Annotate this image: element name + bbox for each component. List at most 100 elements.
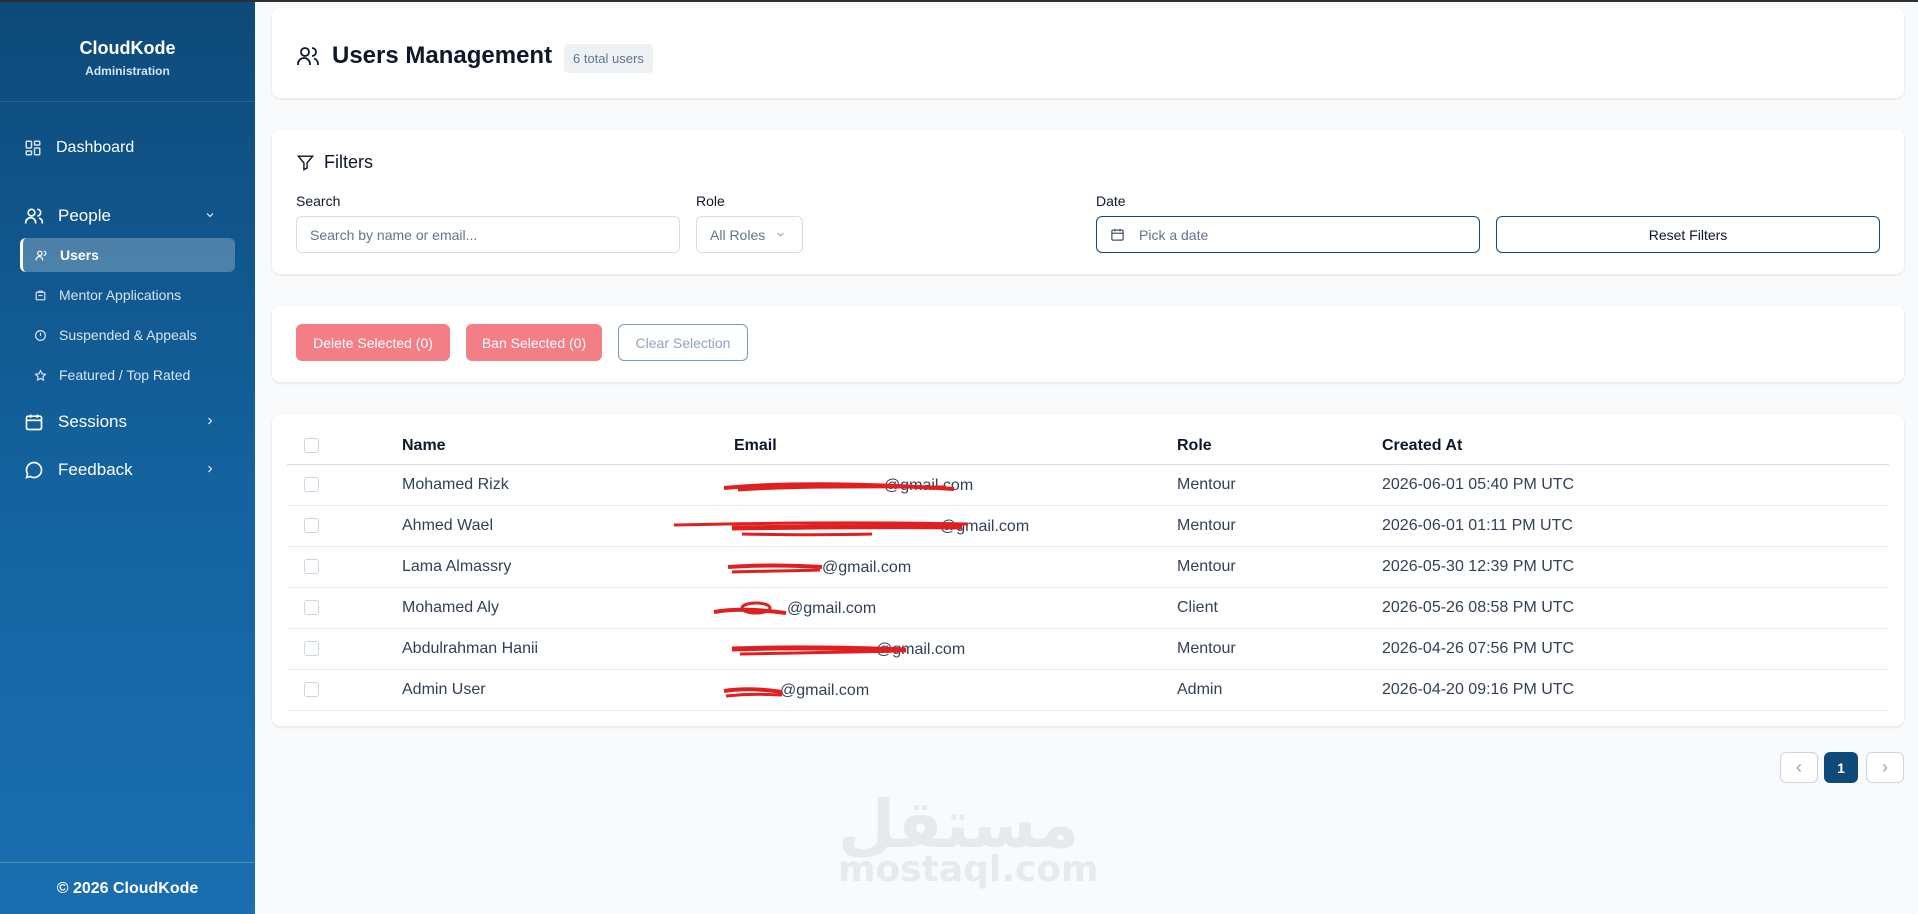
table-row[interactable]: Abdulrahman Hanii @gmail.com Mentour 202… [287,628,1889,670]
user-created-at: 2026-04-20 09:16 PM UTC [1382,669,1889,711]
user-role: Admin [1177,669,1382,711]
ban-selected-button[interactable]: Ban Selected (0) [466,324,602,361]
page-1-button[interactable]: 1 [1824,752,1858,783]
select-all-checkbox[interactable] [304,438,319,454]
user-email: @gmail.com [940,517,1030,535]
user-created-at: 2026-05-30 12:39 PM UTC [1382,546,1889,588]
table-row[interactable]: Admin User @gmail.com Admin 2026-04-20 0… [287,669,1889,711]
sidebar-item-featured[interactable]: Featured / Top Rated [20,358,235,392]
user-name: Mohamed Aly [402,587,734,629]
user-created-at: 2026-06-01 01:11 PM UTC [1382,505,1889,547]
users-icon [297,47,319,65]
row-checkbox[interactable] [304,640,319,656]
column-header-created-at[interactable]: Created At [1382,428,1889,465]
chevron-right-icon [208,417,213,425]
user-name: Abdulrahman Hanii [402,628,734,670]
column-header-email[interactable]: Email [734,428,1177,465]
delete-selected-button[interactable]: Delete Selected (0) [296,324,450,361]
nav-feedback[interactable]: Feedback [0,450,255,490]
role-select[interactable]: All Roles [696,216,803,253]
email-cell: @gmail.com [673,505,1177,547]
chevron-down-icon [206,213,214,218]
sidebar-item-users[interactable]: Users [20,238,235,272]
user-role: Mentour [1177,464,1382,506]
brand: CloudKode Administration [0,2,255,102]
filters-panel: Filters Search Search by name or email..… [272,130,1904,274]
date-picker[interactable]: Pick a date [1096,216,1480,253]
column-header-name[interactable]: Name [402,428,734,465]
email-cell: @gmail.com [727,546,1177,588]
clipboard-icon [35,290,46,300]
page-title: Users Management [332,42,553,69]
user-name: Ahmed Wael [402,505,734,547]
row-checkbox[interactable] [304,599,319,615]
brand-name: CloudKode [79,38,176,58]
select-all-cell [287,428,402,465]
row-checkbox[interactable] [304,517,319,533]
brand-subtitle: Administration [85,64,170,78]
dashboard-icon [25,140,41,156]
sidebar-item-label: Mentor Applications [59,287,182,303]
redaction-scribble [727,563,823,573]
user-email: @gmail.com [884,476,974,494]
row-checkbox[interactable] [304,476,319,492]
next-page-button[interactable]: › [1866,752,1904,783]
row-select-cell [287,628,402,670]
search-label: Search [296,193,341,209]
sidebar-item-suspended-appeals[interactable]: Suspended & Appeals [20,318,235,352]
filters-title-label: Filters [324,152,373,172]
user-created-at: 2026-06-01 05:40 PM UTC [1382,464,1889,506]
column-header-role[interactable]: Role [1177,428,1382,465]
nav-dashboard[interactable]: Dashboard [0,128,255,168]
table-row[interactable]: Mohamed Rizk @gmail.com Mentour 2026-06-… [287,464,1889,506]
reset-filters-button[interactable]: Reset Filters [1496,216,1880,253]
row-select-cell [287,505,402,547]
calendar-icon [25,414,43,431]
table-row[interactable]: Ahmed Wael @gmail.com Mentour 2026-06-01… [287,505,1889,547]
nav-dashboard-label: Dashboard [56,139,135,156]
nav-feedback-label: Feedback [58,460,133,479]
page-header: Users Management 6 total users [272,8,1904,98]
user-email: @gmail.com [822,558,912,576]
row-checkbox[interactable] [304,681,319,697]
table-header-row: Name Email Role Created At [287,428,1889,465]
sidebar-item-label: Suspended & Appeals [59,327,197,343]
nav-people-label: People [58,206,111,225]
date-placeholder: Pick a date [1139,226,1209,243]
email-cell: @gmail.com [723,464,1177,506]
table-row[interactable]: Mohamed Aly @gmail.com Client 2026-05-26… [287,587,1889,629]
prev-page-button[interactable]: ‹ [1780,752,1818,783]
nav-people[interactable]: People [0,196,255,236]
chevron-right-icon: › [1882,757,1888,777]
sidebar-footer: © 2026 CloudKode [0,862,255,914]
row-select-cell [287,464,402,506]
email-cell: @gmail.com [713,587,1177,629]
sidebar-item-mentor-applications[interactable]: Mentor Applications [20,278,235,312]
sidebar-item-label: Users [60,247,99,263]
sidebar-item-label: Featured / Top Rated [59,367,191,383]
user-role: Mentour [1177,505,1382,547]
user-role: Mentour [1177,546,1382,588]
watermark: مستقل mostaql.com [838,790,1099,888]
chevron-down-icon [777,232,784,237]
star-icon [34,368,47,381]
user-name: Lama Almassry [402,546,734,588]
message-circle-icon [25,461,43,479]
table-row[interactable]: Lama Almassry @gmail.com Mentour 2026-05… [287,546,1889,588]
total-users-badge: 6 total users [564,44,653,73]
clear-selection-button[interactable]: Clear Selection [618,324,748,361]
nav-sessions-label: Sessions [58,412,127,431]
email-cell: @gmail.com [723,669,1177,711]
row-select-cell [287,669,402,711]
search-placeholder: Search by name or email... [310,226,478,243]
date-label: Date [1096,193,1126,209]
users-table: Name Email Role Created At Mohamed Rizk … [287,428,1889,711]
calendar-icon [1111,228,1124,241]
row-checkbox[interactable] [304,558,319,574]
chevron-left-icon: ‹ [1796,757,1802,777]
nav-sessions[interactable]: Sessions [0,402,255,442]
email-cell: @gmail.com [731,628,1177,670]
users-icon [24,208,44,224]
search-input[interactable]: Search by name or email... [296,216,680,253]
users-table-panel: Name Email Role Created At Mohamed Rizk … [272,414,1904,726]
